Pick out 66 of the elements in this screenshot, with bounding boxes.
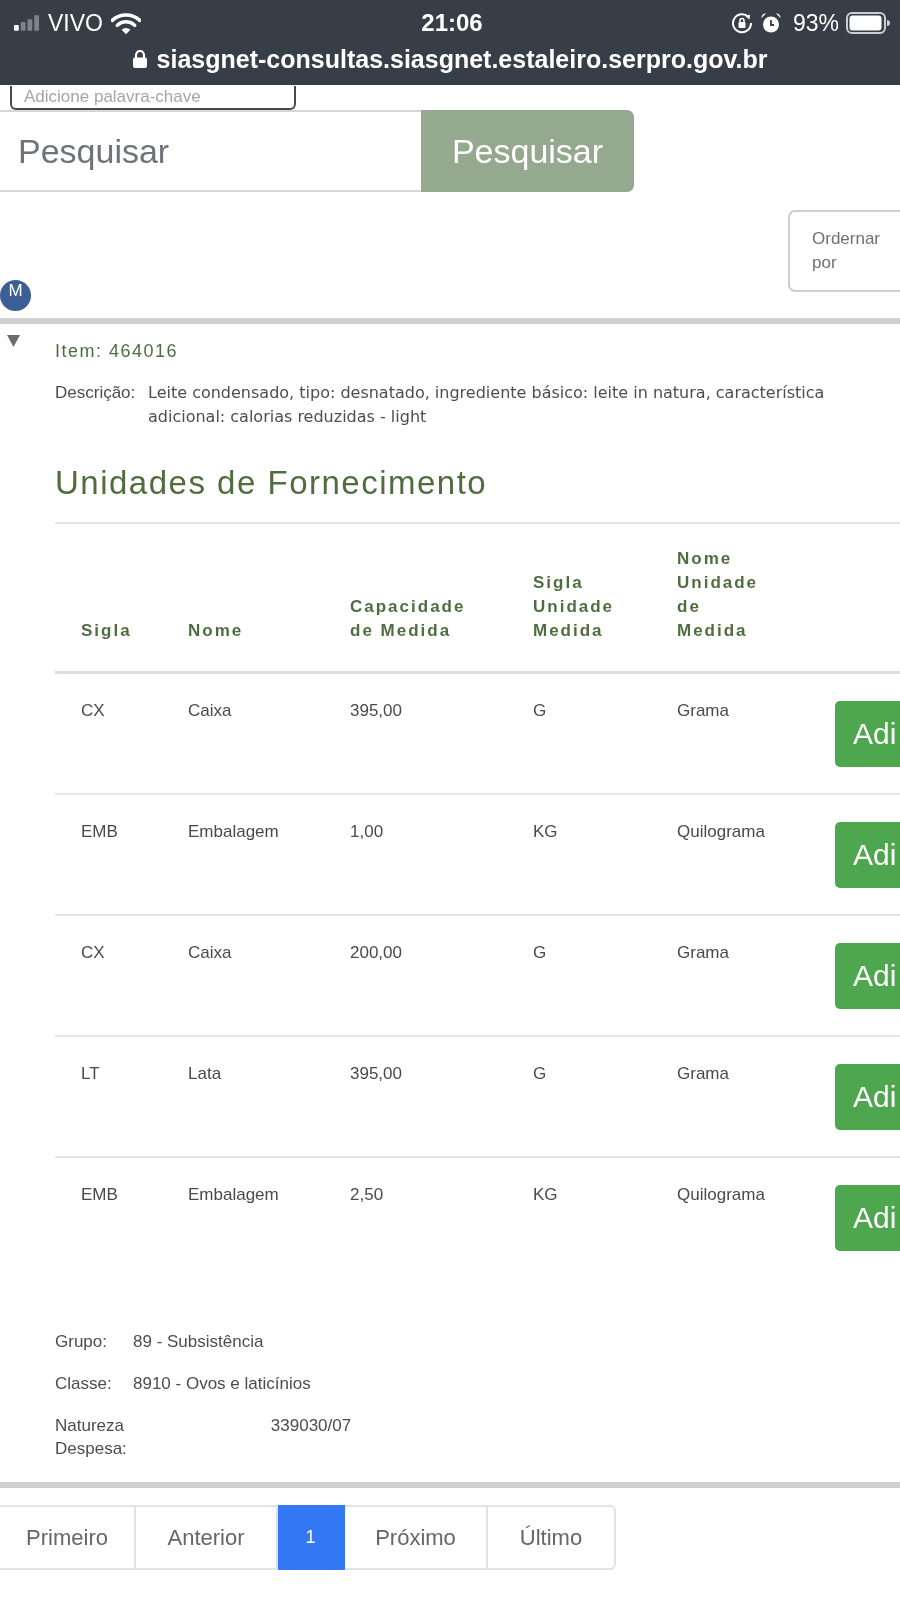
table-cell: G: [533, 943, 547, 963]
detail-value: 339030/07: [270, 1415, 352, 1437]
table-cell: CX: [81, 943, 105, 963]
add-button[interactable]: Adi: [835, 943, 900, 1009]
table-cell: EMB: [81, 822, 118, 842]
table-cell: Quilograma: [677, 1185, 765, 1205]
table-cell: 1,00: [350, 822, 384, 842]
search-field[interactable]: Pesquisar: [0, 110, 421, 192]
battery-percent: 93%: [792, 9, 839, 37]
table-cell: Embalagem: [188, 1185, 279, 1205]
table-cell: Grama: [677, 701, 729, 721]
column-header: Nome: [188, 620, 244, 642]
lock-icon: [132, 50, 147, 68]
table-cell: Grama: [677, 943, 729, 963]
description-text: Leite condensado, tipo: desnatado, ingrediente básico: leite in natura, característica adicional: calorias reduzidas - light: [148, 382, 826, 428]
table-cell: LT: [81, 1064, 100, 1084]
pagination-button[interactable]: 1: [278, 1505, 345, 1570]
table-cell: Caixa: [188, 701, 232, 721]
keyword-input[interactable]: Adicione palavra-chave: [10, 86, 296, 110]
column-header: Sigla: [81, 620, 132, 642]
battery-icon: [846, 12, 890, 34]
pagination-button[interactable]: Anterior: [136, 1505, 278, 1570]
disclosure-triangle-icon[interactable]: [7, 335, 20, 347]
signal-icon: [14, 15, 40, 31]
detail-label: Natureza Despesa:: [55, 1415, 127, 1460]
column-header: Capacidade de Medida: [350, 596, 466, 642]
section-title: Unidades de Fornecimento: [55, 463, 489, 503]
alarm-clock-icon: [759, 12, 782, 34]
add-button[interactable]: Adi: [835, 1185, 900, 1251]
add-button[interactable]: Adi: [835, 822, 900, 888]
description-label: Descrição:: [55, 382, 137, 404]
table-cell: Embalagem: [188, 822, 279, 842]
pagination-button[interactable]: Próximo: [345, 1505, 488, 1570]
page-url[interactable]: siasgnet-consultas.siasgnet.estaleiro.serpro.gov.br: [156, 44, 768, 74]
detail-label: Grupo:: [55, 1331, 108, 1353]
column-header: Nome Unidade de Medida: [677, 548, 759, 642]
search-button[interactable]: Pesquisar: [421, 110, 634, 192]
item-title: Item: 464016: [55, 340, 180, 362]
user-avatar: M: [0, 280, 31, 311]
table-cell: G: [533, 1064, 547, 1084]
table-cell: Grama: [677, 1064, 729, 1084]
wifi-icon: [110, 11, 141, 35]
pagination-button[interactable]: Primeiro: [0, 1505, 136, 1570]
table-cell: Lata: [188, 1064, 222, 1084]
detail-value: 8910 - Ovos e laticínios: [133, 1373, 311, 1395]
table-cell: 395,00: [350, 1064, 402, 1084]
table-cell: 200,00: [350, 943, 402, 963]
detail-value: 89 - Subsistência: [133, 1331, 264, 1353]
table-cell: 2,50: [350, 1185, 384, 1205]
table-cell: G: [533, 701, 547, 721]
table-cell: KG: [533, 822, 558, 842]
table-cell: 395,00: [350, 701, 402, 721]
detail-label: Classe:: [55, 1373, 113, 1395]
add-button[interactable]: Adi: [835, 701, 900, 767]
add-button[interactable]: Adi: [835, 1064, 900, 1130]
table-cell: Quilograma: [677, 822, 765, 842]
table-cell: CX: [81, 701, 105, 721]
pagination-button[interactable]: Último: [488, 1505, 616, 1570]
table-cell: EMB: [81, 1185, 118, 1205]
clock-time: 21:06: [421, 9, 483, 37]
table-cell: Caixa: [188, 943, 232, 963]
carrier-name: VIVO: [48, 9, 103, 37]
table-cell: KG: [533, 1185, 558, 1205]
sort-button[interactable]: Ordernar por: [788, 210, 900, 292]
column-header: Sigla Unidade Medida: [533, 572, 615, 642]
rotation-lock-icon: [730, 12, 753, 34]
